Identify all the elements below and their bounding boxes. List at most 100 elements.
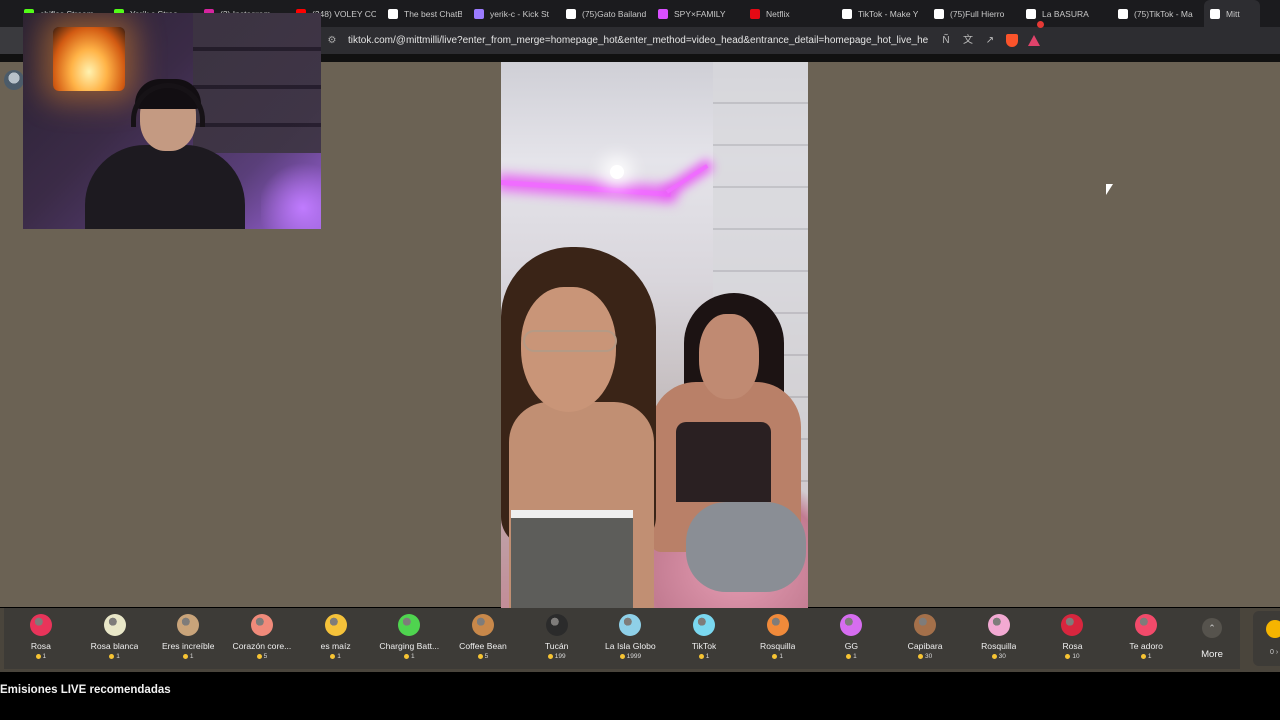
browser-tab[interactable]: (75)Full Hierro [928,0,1020,27]
browser-tab-label: (75)Gato Bailand [582,8,646,19]
brave-shield-icon[interactable] [1006,34,1018,47]
gift-bar: Rosa 1 Rosa blanca 1 Eres increíble 1 Corazón … [0,608,1280,672]
gift-item[interactable]: Coffee Bean 5 [446,608,520,669]
browser-tab-label: SPY×FAMILY [674,8,726,19]
gift-price-value: 1 [1147,653,1152,660]
gift-list: Rosa 1 Rosa blanca 1 Eres increíble 1 Corazón … [4,608,1240,669]
browser-tab[interactable]: SPY×FAMILY [652,0,744,27]
browser-tab[interactable]: The best ChatB [382,0,468,27]
anime-icon [658,8,668,19]
webcam-purple-light [261,159,321,229]
gift-price-value: 1 [189,653,194,660]
share-icon[interactable]: ↗ [984,35,996,47]
gift-name: Charging Batt... [379,641,440,651]
gift-price-value: 1999 [626,653,642,660]
more-label: More [1201,649,1223,660]
mouse-cursor-icon [1106,184,1113,195]
coin-icon [917,654,923,659]
browser-tab[interactable]: yerik-c - Kick St [468,0,560,27]
gift-item[interactable]: Eres increíble 1 [151,608,225,669]
translate-icon[interactable]: 文 [962,35,974,47]
gift-name: es maíz [320,641,351,651]
browser-tab[interactable]: La BASURA [1020,0,1112,27]
gift-item[interactable]: Capibara 30 [888,608,962,669]
tiktok-icon [1026,8,1036,19]
gift-item[interactable]: GG 1 [815,608,889,669]
gift-price: 10 [1065,653,1080,660]
gift-item[interactable]: TikTok 1 [667,608,741,669]
gift-item[interactable]: Charging Batt... 1 [372,608,446,669]
battery-icon [398,614,421,636]
gift-price: 1 [772,653,783,660]
capybara-icon [914,614,937,636]
video-person-2-legs [686,502,806,592]
browser-tab[interactable]: Netflix [744,0,836,27]
heart-icon [1135,614,1158,636]
rose-icon [1061,614,1084,636]
gift-item[interactable]: Rosquilla 1 [741,608,815,669]
gift-price-value: 1 [410,653,415,660]
chevron-up-icon[interactable]: ⌃ [1202,618,1222,638]
gift-name: Capibara [907,641,943,651]
gift-price: 1 [403,653,415,660]
gift-price: 1999 [619,653,642,660]
live-video[interactable] [501,62,808,608]
brave-rewards-icon[interactable] [1028,21,1044,46]
coin-icon [1065,654,1071,659]
gift-name: Tucán [544,641,569,651]
video-ceiling-lamp [610,165,624,179]
tiktok-icon [934,8,944,19]
video-person-2-face [699,314,759,399]
coin-icon [330,654,336,659]
gift-item[interactable]: La Isla Globo 1999 [594,608,668,669]
webcam-shelf [193,13,321,153]
kick-icon [474,8,484,19]
side-avatar[interactable] [4,70,24,90]
browser-tab-label: Mitt [1226,8,1240,19]
gift-price-value: 10 [1072,653,1080,660]
gift-price: 1 [109,653,120,660]
tiktok-icon [1118,8,1128,19]
gift-price: 1 [698,653,709,660]
browser-tab[interactable]: (75)TikTok - Ma [1112,0,1204,27]
gift-price-value: 5 [484,653,489,660]
gift-price-value: 30 [998,653,1006,660]
screen: chifles Stream -Yerik c Strea(3) Instagr… [0,0,1280,720]
tiktok-icon [566,8,576,19]
gift-item[interactable]: Te adoro 1 [1109,608,1183,669]
gift-name: Rosquilla [981,641,1017,651]
gift-item[interactable]: Rosquilla 30 [962,608,1036,669]
tiktok-icon [842,8,852,19]
gift-price-value: 5 [263,653,268,660]
gift-item[interactable]: Corazón core... 5 [225,608,299,669]
recommended-title: Emisiones LIVE recomendadas [0,684,171,696]
browser-tab[interactable]: TikTok - Make Y [836,0,928,27]
site-settings-icon[interactable]: ⚙ [326,35,338,47]
browser-tab-label: (75)TikTok - Ma [1134,8,1193,19]
coin-count: 0 › [1270,649,1279,656]
coin-icon [547,654,553,659]
webcam-person-body [85,145,245,229]
browser-tab[interactable]: (75)Gato Bailand [560,0,652,27]
coin-icon [991,654,997,659]
read-aloud-icon[interactable]: Ñ [940,35,952,47]
gift-price: 1 [182,653,194,660]
gift-name: TikTok [691,641,717,651]
omnibox[interactable]: ⚙ tiktok.com/@mittmilli/live?enter_from_… [326,21,1046,50]
gift-item[interactable]: Tucán 199 [520,608,594,669]
gift-item[interactable]: Rosa 1 [4,608,78,669]
browser-tab-label: (75)Full Hierro [950,8,1005,19]
browser-tab[interactable]: Mitt [1204,0,1260,27]
browser-tab-label: TikTok - Make Y [858,8,919,19]
gift-price: 1 [35,653,46,660]
webcam-overlay [23,13,321,229]
toucan-icon [545,614,568,636]
gift-item[interactable]: es maíz 1 [299,608,373,669]
gift-item[interactable]: Rosa 10 [1036,608,1110,669]
url-text[interactable]: tiktok.com/@mittmilli/live?enter_from_me… [348,35,928,46]
gift-name: Eres increíble [161,641,215,651]
more-gifts-button[interactable]: ⌃ More [1189,608,1235,669]
coin-icon[interactable] [1266,620,1280,638]
video-person-1-glasses [523,330,617,352]
gift-item[interactable]: Rosa blanca 1 [78,608,152,669]
